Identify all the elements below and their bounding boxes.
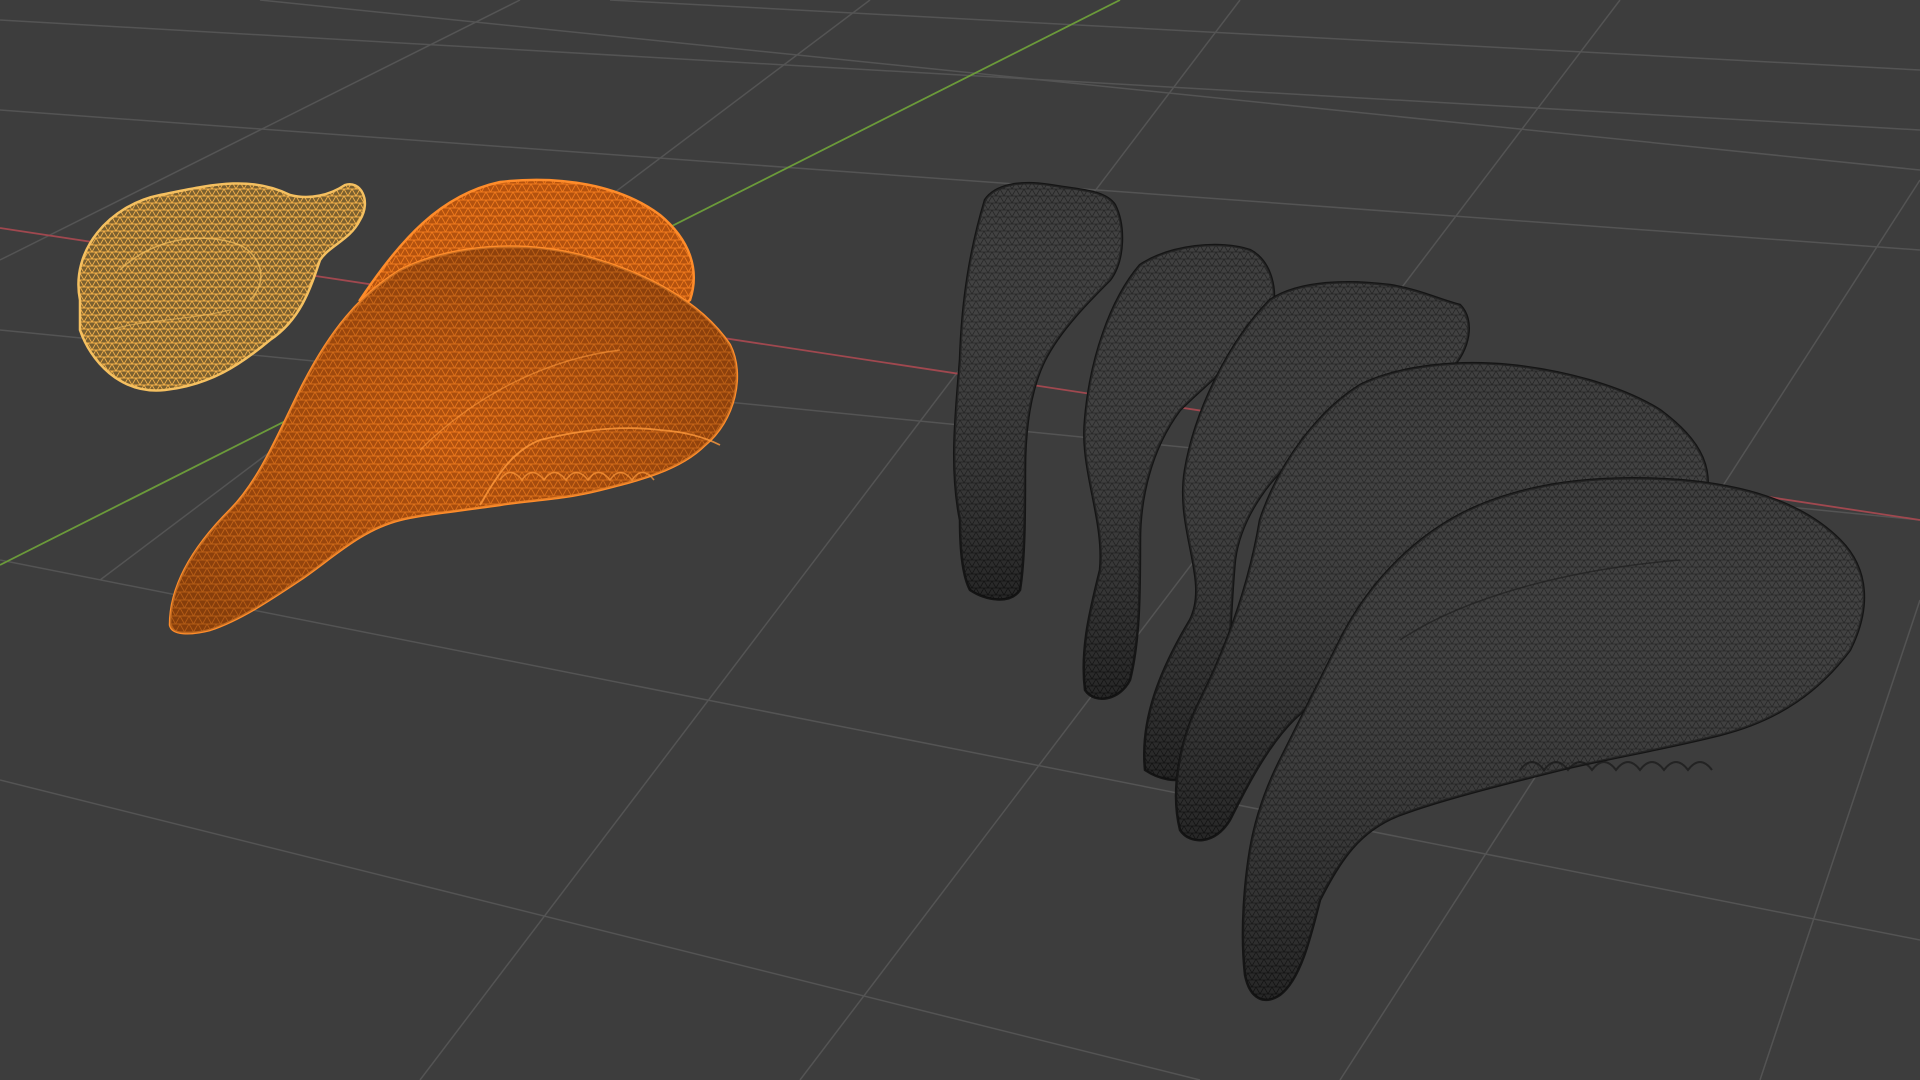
viewport-canvas[interactable]	[0, 0, 1920, 1080]
3d-viewport[interactable]	[0, 0, 1920, 1080]
